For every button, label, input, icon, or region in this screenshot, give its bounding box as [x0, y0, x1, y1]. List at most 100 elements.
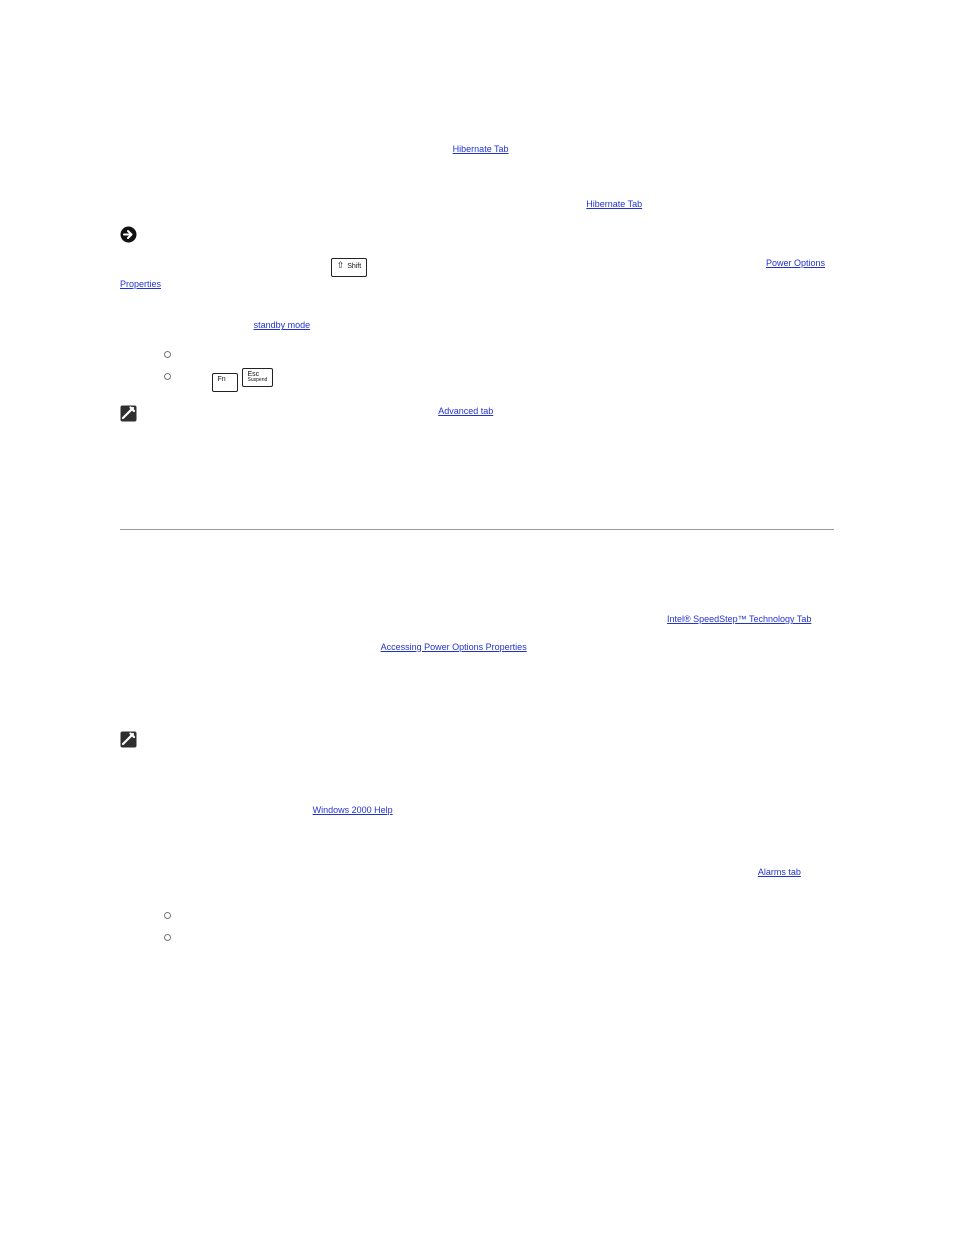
- text: later in this file.: [642, 199, 705, 209]
- paragraph: Each preset power scheme has different t…: [120, 788, 834, 817]
- paragraph: In standby mode, the monitor, hard-disk …: [120, 304, 834, 333]
- text-bold: Power Options Properties: [454, 614, 565, 624]
- hint-text: HINT: You can configure the computer to …: [147, 404, 496, 418]
- text-bold: Low battery alarm: [202, 909, 279, 919]
- text: The: [120, 867, 138, 877]
- heading-power-schemes-tab: Power Schemes Tab: [120, 674, 834, 692]
- text: and: [215, 867, 235, 877]
- hint-label: HINT:: [147, 406, 170, 416]
- paragraph: To resume from hibernate mode, press the…: [120, 435, 834, 464]
- text: To activate hibernate mode (to: [120, 258, 244, 268]
- key-sublabel: Suspend: [248, 378, 268, 384]
- text: To access the Windows: [120, 642, 217, 652]
- text: is set to notify you with a message when…: [279, 909, 624, 919]
- text: window. When you received your computer,…: [120, 882, 829, 892]
- text: . Perform one of the following steps:: [310, 320, 454, 330]
- notice-icon: [120, 226, 137, 243]
- text: Click the: [184, 348, 221, 358]
- text: The computer saves data to the hard-disk…: [184, 227, 703, 237]
- paragraph: For this computer, hibernate mode is ena…: [120, 142, 834, 156]
- paragraph: Depending on your operating system, typi…: [120, 761, 834, 775]
- paragraph: Hibernate mode requires a special file o…: [120, 477, 834, 506]
- text: The: [120, 1021, 138, 1031]
- notice-text: NOTICE: The computer saves data to the h…: [147, 225, 703, 239]
- link-advanced-tab[interactable]: Advanced tab: [438, 406, 493, 416]
- hint-row-2: HINT: Dell recommends that you use the P…: [120, 730, 834, 748]
- text: .: [811, 614, 814, 624]
- text-bold: Start: [221, 348, 242, 358]
- heading-power-meter-tab: Power Meter Tab: [120, 990, 834, 1008]
- key-fn: Fn: [212, 373, 238, 392]
- text: Each preset power scheme has different t…: [120, 790, 795, 814]
- text-bold: Standby: [400, 348, 436, 358]
- text: Press: [184, 371, 210, 381]
- text: later in this file.: [161, 279, 224, 289]
- list-item: The Low battery alarm is set to notify y…: [162, 907, 834, 921]
- text: button, click: [242, 348, 295, 358]
- text: , and then click: [338, 348, 401, 358]
- text-bold: Low battery alarm: [138, 867, 215, 877]
- text-bold: Shutdown: [294, 348, 338, 358]
- hint-icon: [120, 731, 137, 748]
- key-label: Fn: [218, 376, 226, 383]
- paragraph: To access the Windows Power Options Prop…: [120, 640, 834, 654]
- text: In standby mode, the monitor, hard-disk …: [120, 306, 809, 330]
- text-bold: Critical battery alarm: [235, 867, 325, 877]
- text: .: [825, 763, 828, 773]
- heading-advanced-tab: Advanced Tab: [120, 1053, 834, 1071]
- text: If you are running Windows 2000 with Int…: [120, 614, 454, 624]
- text: To resume from hibernate mode, press the…: [120, 437, 833, 461]
- link-windows-help[interactable]: Windows 2000 Help: [313, 805, 393, 815]
- key-label: Shift: [347, 263, 361, 270]
- text: window, see: [327, 642, 381, 652]
- paragraph: the operating system (it may take severa…: [120, 115, 834, 129]
- paragraph: You can change the kind of notification …: [120, 956, 834, 970]
- text: You can configure the computer to enter …: [172, 406, 438, 416]
- list-item: The Critical battery alarm is set to not…: [162, 929, 834, 943]
- notice-row: NOTICE: The computer saves data to the h…: [120, 225, 834, 243]
- text: . It may take several seconds for the co…: [436, 348, 715, 358]
- text: For this computer, hibernate mode is ena…: [120, 144, 453, 154]
- text: later in this file.: [509, 144, 572, 154]
- list-item: Press FnEscSuspend.: [162, 368, 834, 392]
- text: .: [527, 642, 530, 652]
- text: settings alert you with a message when t…: [325, 867, 758, 877]
- paragraph: If Hibernate is not listed as an option …: [120, 197, 834, 211]
- text: the operating system (it may take severa…: [120, 117, 548, 127]
- link-standby-mode[interactable]: standby mode: [254, 320, 311, 330]
- text-bold: Power Options Properties: [217, 642, 328, 652]
- paragraph: The Power Meter tab displays the current…: [120, 1019, 834, 1033]
- text: key when you select the Standby option. …: [369, 258, 766, 268]
- paragraph: To activate hibernate mode (to hibernate…: [120, 256, 834, 291]
- hint-icon: [120, 405, 137, 422]
- heading-power-options-properties: Power Options Properties: [120, 548, 834, 570]
- link-hibernate-tab-2[interactable]: Hibernate Tab: [586, 199, 642, 209]
- paragraph: If you are running Windows 2000 with Int…: [120, 612, 834, 626]
- text: ), press the: [281, 258, 329, 268]
- text: The Power Schemes pull-down menu display…: [120, 704, 447, 714]
- text: Depending on your operating system, typi…: [120, 763, 779, 773]
- hint-row: HINT: You can configure the computer to …: [120, 404, 834, 422]
- text: tab displays the current power source an…: [192, 1021, 506, 1031]
- text-bold: Critical battery alarm: [202, 931, 292, 941]
- text-bold: Alarm Action: [381, 958, 437, 968]
- link-hibernate-tab[interactable]: Hibernate Tab: [453, 144, 509, 154]
- text: is set to notify you with a message, fol…: [292, 931, 798, 941]
- text-em: hibernate: [244, 258, 282, 268]
- text: Hibernate mode requires a special file o…: [120, 479, 788, 503]
- text: You can change the kind of notification …: [120, 958, 381, 968]
- text-bold: Power Meter: [138, 1021, 192, 1031]
- key-esc-suspend: EscSuspend: [242, 368, 274, 387]
- link-alarms-tab[interactable]: Alarms tab: [758, 867, 801, 877]
- link-speedstep-tab[interactable]: Intel® SpeedStep™ Technology Tab: [667, 614, 811, 624]
- text-bold: Always On: [779, 763, 825, 773]
- text: Windows 2000 has the following power man…: [120, 587, 515, 597]
- list-item: Click the Start button, click Shutdown, …: [162, 346, 834, 360]
- text: Normally, you should be able to activate…: [120, 172, 645, 182]
- paragraph: The Low battery alarm and Critical batte…: [120, 865, 834, 894]
- hint-text: HINT: Dell recommends that you use the P…: [147, 730, 546, 744]
- key-shift: Shift: [331, 258, 368, 277]
- link-accessing-power-options[interactable]: Accessing Power Options Properties: [381, 642, 527, 652]
- text: window also contains an: [564, 614, 667, 624]
- text: .: [393, 805, 396, 815]
